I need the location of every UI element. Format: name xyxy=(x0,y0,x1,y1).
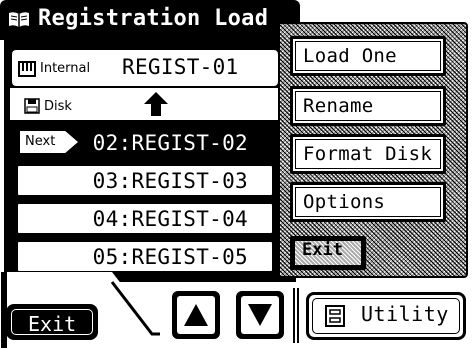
list-item-label: 04:REGIST-04 xyxy=(92,207,248,231)
footer-divider xyxy=(293,288,299,343)
internal-registration-name: REGIST-01 xyxy=(122,55,239,79)
menu-item-label: Options xyxy=(303,191,386,213)
next-label: Next xyxy=(25,134,56,149)
menu-exit-button[interactable]: Exit xyxy=(290,236,366,270)
list-item[interactable]: Next 02:REGIST-02 xyxy=(16,126,274,159)
list-item-label: 05:REGIST-05 xyxy=(92,245,248,269)
scroll-down-face xyxy=(241,296,279,334)
list-item[interactable]: 04:REGIST-04 xyxy=(16,202,274,235)
menu-item-label: Load One xyxy=(303,45,397,67)
disk-row: Disk xyxy=(10,88,280,120)
utility-button-label: Utility xyxy=(361,302,449,326)
down-triangle-icon xyxy=(248,304,272,326)
disk-label: Disk xyxy=(44,99,72,114)
list-item[interactable]: 03:REGIST-03 xyxy=(16,164,274,197)
registration-load-screen: Registration Load Internal REGIST-01 Dis… xyxy=(0,0,473,348)
book-icon xyxy=(9,12,29,27)
scroll-up-button[interactable] xyxy=(172,291,220,339)
keyboard-icon xyxy=(18,61,36,77)
exit-button-label: Exit xyxy=(28,312,77,336)
page-title: Registration Load xyxy=(38,6,269,31)
scroll-up-face xyxy=(177,296,215,334)
menu-item-label: Rename xyxy=(303,95,374,117)
list-item-label: 02:REGIST-02 xyxy=(92,131,248,155)
title-bar: Registration Load xyxy=(0,0,300,40)
list-item[interactable]: 05:REGIST-05 xyxy=(16,240,274,273)
exit-button[interactable]: Exit xyxy=(6,304,98,340)
utility-icon xyxy=(325,305,345,327)
menu-exit-label: Exit xyxy=(302,240,343,260)
next-badge: Next xyxy=(20,131,78,153)
scroll-down-button[interactable] xyxy=(236,291,284,339)
up-arrow-icon xyxy=(144,92,168,116)
utility-menu: Load One Rename Format Disk Options Exit xyxy=(278,22,468,278)
format-disk-button[interactable]: Format Disk xyxy=(290,134,446,174)
menu-item-label: Format Disk xyxy=(303,143,433,165)
list-item-label: 03:REGIST-03 xyxy=(92,169,248,193)
load-one-button[interactable]: Load One xyxy=(290,36,446,76)
internal-memory-row[interactable]: Internal REGIST-01 xyxy=(10,48,280,88)
floppy-disk-icon xyxy=(24,98,40,114)
up-triangle-icon xyxy=(184,304,208,326)
utility-button[interactable]: Utility xyxy=(306,292,466,340)
options-button[interactable]: Options xyxy=(290,182,446,222)
internal-label: Internal xyxy=(40,61,91,76)
file-list: Next 02:REGIST-02 03:REGIST-03 04:REGIST… xyxy=(14,124,276,280)
rename-button[interactable]: Rename xyxy=(290,86,446,126)
